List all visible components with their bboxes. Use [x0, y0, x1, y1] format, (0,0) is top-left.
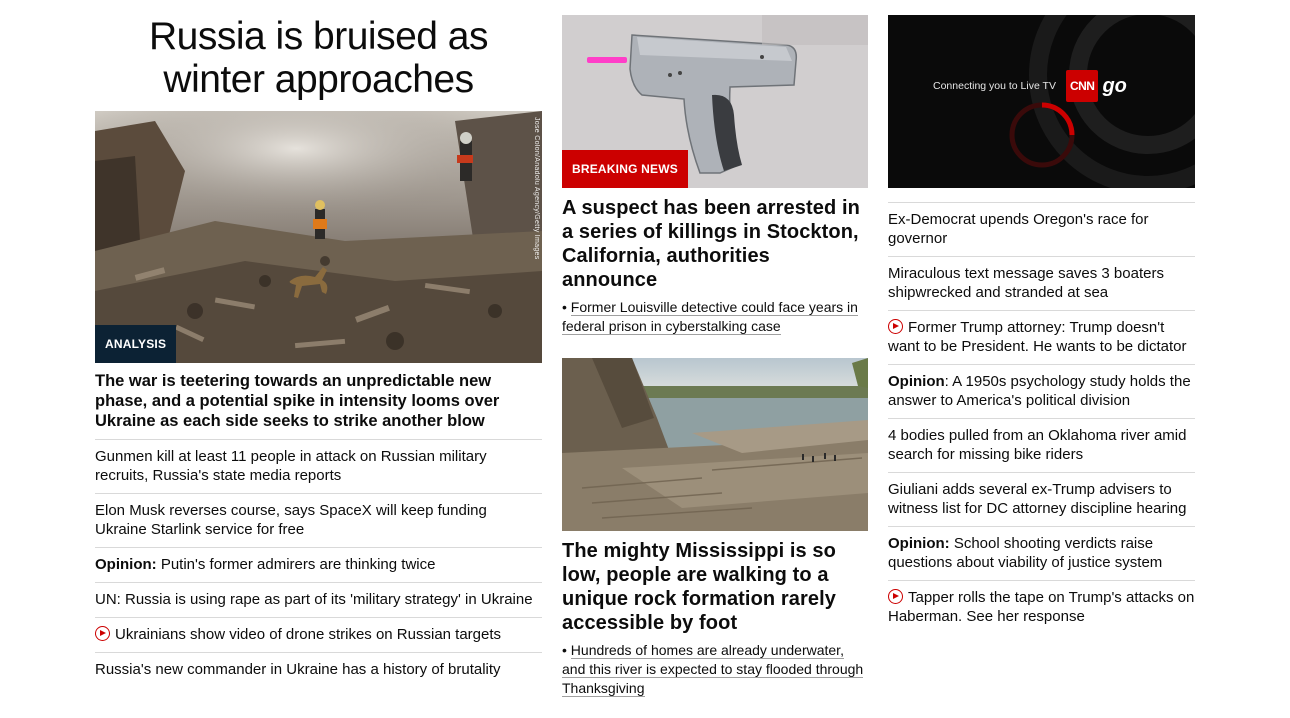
breaking-news-badge: BREAKING NEWS	[562, 150, 688, 188]
list-item[interactable]: UN: Russia is using rape as part of its …	[95, 583, 542, 618]
play-video-icon	[95, 626, 110, 641]
live-tv-row: Connecting you to Live TV CNN go	[933, 70, 1127, 102]
sub-link-text[interactable]: Former Louisville detective could face y…	[562, 299, 858, 335]
go-logo: go	[1102, 74, 1127, 97]
list-item-text: UN: Russia is using rape as part of its …	[95, 591, 533, 608]
opinion-label: Opinion:	[95, 556, 157, 573]
photo-credit: Jose Colon/Anadolu Agency/Getty Images	[533, 117, 540, 260]
list-item[interactable]: Miraculous text message saves 3 boaters …	[888, 257, 1195, 311]
list-item[interactable]: Tapper rolls the tape on Trump's attacks…	[888, 581, 1195, 634]
opinion-label: Opinion:	[888, 535, 950, 552]
bullet: •	[562, 642, 567, 658]
list-item-text: Ukrainians show video of drone strikes o…	[115, 626, 502, 643]
lead-related-list: Gunmen kill at least 11 people in attack…	[95, 440, 542, 687]
list-item[interactable]: 4 bodies pulled from an Oklahoma river a…	[888, 419, 1195, 473]
list-item-text: Putin's former admirers are thinking twi…	[156, 556, 436, 573]
lead-image[interactable]: Jose Colon/Anadolu Agency/Getty Images A…	[95, 111, 542, 363]
connecting-text: Connecting you to Live TV	[933, 80, 1056, 92]
cnn-go-logo: CNN go	[1065, 70, 1127, 102]
list-item[interactable]: Elon Musk reverses course, says SpaceX w…	[95, 494, 542, 548]
list-item-text: Giuliani adds several ex-Trump advisers …	[888, 481, 1187, 517]
list-item-text: Ex-Democrat upends Oregon's race for gov…	[888, 211, 1149, 247]
list-item-text: Former Trump attorney: Trump doesn't wan…	[888, 319, 1187, 355]
list-item-text: Russia's new commander in Ukraine has a …	[95, 661, 501, 678]
lead-section-title[interactable]: Russia is bruised as winter approaches	[95, 15, 542, 111]
list-item[interactable]: Opinion: School shooting verdicts raise …	[888, 527, 1195, 581]
list-item-text: Miraculous text message saves 3 boaters …	[888, 265, 1164, 301]
list-item[interactable]: Ukrainians show video of drone strikes o…	[95, 618, 542, 653]
stockton-headline[interactable]: A suspect has been arrested in a series …	[562, 196, 868, 292]
bullet: •	[562, 299, 567, 315]
lead-headline[interactable]: The war is teetering towards an unpredic…	[95, 371, 542, 440]
gun-image[interactable]: BREAKING NEWS	[562, 15, 868, 188]
sub-link-text[interactable]: Hundreds of homes are already underwater…	[562, 642, 864, 697]
play-video-icon	[888, 319, 903, 334]
list-item[interactable]: Gunmen kill at least 11 people in attack…	[95, 440, 542, 494]
list-item-text: 4 bodies pulled from an Oklahoma river a…	[888, 427, 1187, 463]
list-item[interactable]: Ex-Democrat upends Oregon's race for gov…	[888, 203, 1195, 257]
analysis-badge: ANALYSIS	[95, 325, 177, 363]
list-item[interactable]: Opinion: Putin's former admirers are thi…	[95, 548, 542, 583]
opinion-label: Opinion	[888, 373, 945, 390]
right-headline-list: Ex-Democrat upends Oregon's race for gov…	[888, 202, 1195, 634]
river-image[interactable]	[562, 358, 868, 531]
list-item[interactable]: Giuliani adds several ex-Trump advisers …	[888, 473, 1195, 527]
center-column: BREAKING NEWS A suspect has been arreste…	[562, 0, 868, 698]
live-tv-player[interactable]: Connecting you to Live TV CNN go	[888, 15, 1195, 188]
lead-column: Russia is bruised as winter approaches J…	[95, 0, 542, 687]
list-item[interactable]: Russia's new commander in Ukraine has a …	[95, 653, 542, 687]
mississippi-headline[interactable]: The mighty Mississippi is so low, people…	[562, 539, 868, 635]
list-item[interactable]: Opinion: A 1950s psychology study holds …	[888, 365, 1195, 419]
louisville-sub-link[interactable]: • Former Louisville detective could face…	[562, 298, 868, 336]
list-item[interactable]: Former Trump attorney: Trump doesn't wan…	[888, 311, 1195, 365]
mississippi-photo	[562, 358, 868, 531]
list-item-text: Elon Musk reverses course, says SpaceX w…	[95, 502, 487, 538]
list-item-text: Gunmen kill at least 11 people in attack…	[95, 448, 487, 484]
play-video-icon	[888, 589, 903, 604]
flooded-homes-sub-link[interactable]: • Hundreds of homes are already underwat…	[562, 641, 868, 698]
list-item-text: Tapper rolls the tape on Trump's attacks…	[888, 589, 1195, 625]
cnn-logo: CNN	[1065, 70, 1099, 102]
right-column: Connecting you to Live TV CNN go Ex-Demo…	[888, 0, 1195, 634]
